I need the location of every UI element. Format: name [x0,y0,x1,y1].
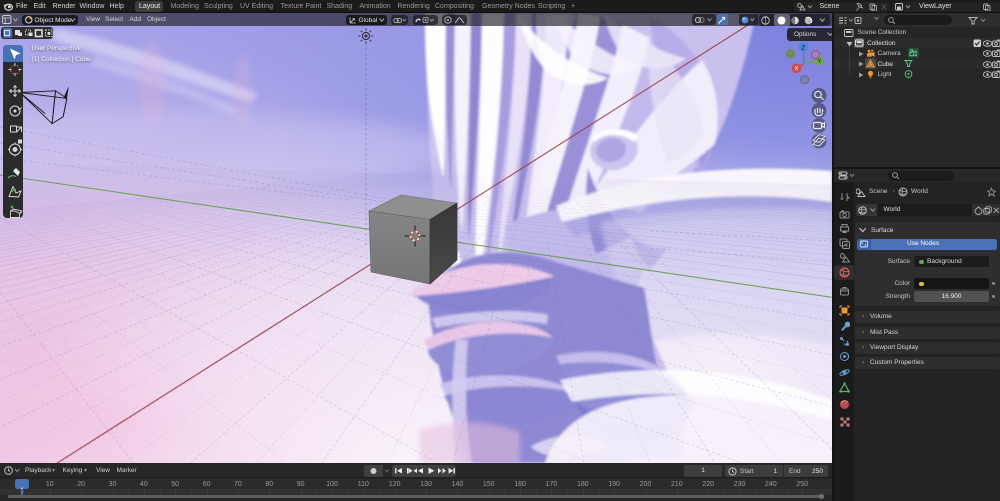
svg-text:Y: Y [817,59,821,65]
svg-text:X: X [794,67,798,73]
svg-text:Z: Z [801,45,805,51]
